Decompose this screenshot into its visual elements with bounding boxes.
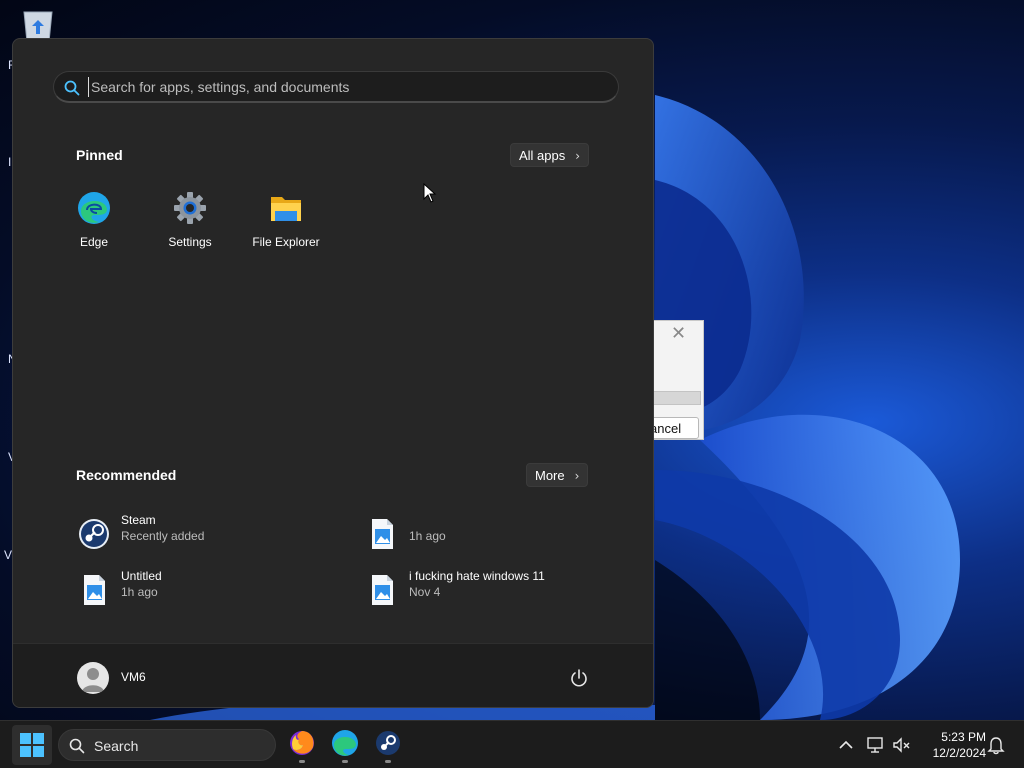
more-label: More <box>535 468 565 483</box>
search-icon <box>64 80 80 96</box>
pinned-app-edge[interactable]: Edge <box>51 191 137 261</box>
recommended-item[interactable]: i fucking hate windows 11 Nov 4 <box>365 567 635 611</box>
taskbar: Search 5:23 PM 12/2/2024 <box>0 720 1024 768</box>
running-indicator <box>299 760 305 763</box>
chevron-right-icon: › <box>575 149 581 163</box>
taskbar-clock[interactable]: 5:23 PM 12/2/2024 <box>920 729 986 761</box>
volume-muted-icon[interactable] <box>892 735 912 755</box>
user-name[interactable]: VM6 <box>121 670 146 684</box>
recommended-item-name: Untitled <box>121 569 162 583</box>
running-indicator <box>342 760 348 763</box>
recommended-item[interactable]: Steam Recently added <box>77 511 347 555</box>
edge-icon[interactable] <box>331 729 359 757</box>
start-search-box[interactable] <box>53 71 619 103</box>
user-avatar-icon <box>82 668 104 692</box>
recommended-item-subtitle: Nov 4 <box>409 585 441 599</box>
all-apps-button[interactable]: All apps › <box>510 143 590 167</box>
mouse-cursor-icon <box>423 183 437 203</box>
recommended-item-name: Steam <box>121 513 156 527</box>
recommended-item-name: i fucking hate windows 11 <box>409 569 545 583</box>
background-dialog: ✕ ancel <box>649 320 704 440</box>
pinned-app-file-explorer[interactable]: File Explorer <box>243 191 329 261</box>
user-avatar[interactable] <box>77 662 109 694</box>
image-file-icon <box>372 575 393 605</box>
steam-icon <box>79 519 109 549</box>
notification-bell-icon[interactable] <box>986 735 1006 755</box>
clock-date: 12/2/2024 <box>932 746 986 760</box>
pinned-app-label: Edge <box>79 235 109 249</box>
start-search-input[interactable] <box>88 77 608 97</box>
chevron-up-icon[interactable] <box>836 735 856 755</box>
pinned-app-label: File Explorer <box>252 235 320 249</box>
search-icon <box>69 738 85 754</box>
folder-icon <box>271 197 301 221</box>
recommended-item-subtitle: Recently added <box>121 529 205 543</box>
dialog-progress-bar <box>653 391 701 405</box>
all-apps-label: All apps <box>519 148 566 163</box>
image-file-icon <box>372 519 393 549</box>
recommended-heading: Recommended <box>76 467 177 483</box>
start-menu-footer: VM6 <box>13 643 653 707</box>
firefox-icon[interactable] <box>288 729 316 757</box>
dialog-cancel-button[interactable]: ancel <box>649 417 699 439</box>
clock-time: 5:23 PM <box>941 730 986 744</box>
power-icon[interactable] <box>569 668 589 688</box>
settings-gear-icon <box>174 192 206 224</box>
start-menu: Pinned All apps › Edge <box>12 38 654 708</box>
desktop-label-fragment: V <box>4 548 13 562</box>
taskbar-search-label: Search <box>94 738 139 754</box>
network-icon[interactable] <box>866 735 886 755</box>
edge-icon <box>78 192 110 224</box>
running-indicator <box>385 760 391 763</box>
steam-icon[interactable] <box>374 729 402 757</box>
chevron-right-icon: › <box>574 469 580 483</box>
recommended-item[interactable]: 1h ago <box>365 511 635 555</box>
pinned-app-label: Settings <box>168 235 212 249</box>
dialog-close-button[interactable]: ✕ <box>671 323 686 344</box>
desktop-label-fragment: I <box>8 155 12 169</box>
pinned-app-settings[interactable]: Settings <box>147 191 233 261</box>
start-button[interactable] <box>12 725 52 765</box>
pinned-heading: Pinned <box>76 147 123 163</box>
recommended-item-subtitle: 1h ago <box>121 585 158 599</box>
more-button[interactable]: More › <box>526 463 589 487</box>
taskbar-search[interactable]: Search <box>58 729 276 761</box>
recommended-item[interactable]: Untitled 1h ago <box>77 567 347 611</box>
recommended-item-subtitle: 1h ago <box>409 529 446 543</box>
image-file-icon <box>84 575 105 605</box>
windows-logo-icon <box>20 733 44 757</box>
